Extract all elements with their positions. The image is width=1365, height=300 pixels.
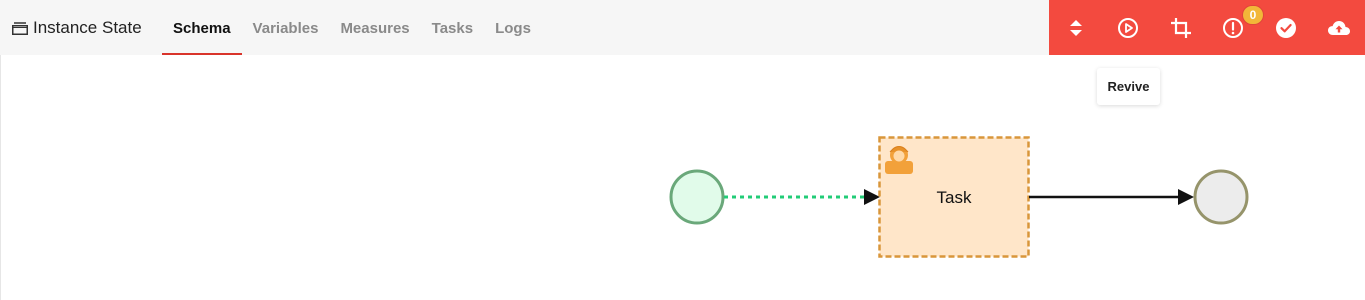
- check-circle-icon: [1276, 18, 1296, 38]
- start-event[interactable]: [669, 169, 725, 225]
- end-event[interactable]: [1193, 169, 1249, 225]
- play-circle-icon: [1118, 18, 1138, 38]
- outgoing-flow-arrowhead: [1178, 189, 1194, 205]
- complete-button[interactable]: [1267, 9, 1305, 47]
- tab-tasks[interactable]: Tasks: [421, 0, 484, 55]
- alert-circle-icon: [1223, 18, 1243, 38]
- alert-count-badge: 0: [1243, 6, 1263, 24]
- crop-icon: [1171, 18, 1191, 38]
- page-title: Instance State: [12, 0, 142, 55]
- cloud-upload-icon: [1328, 21, 1350, 35]
- tab-schema[interactable]: Schema: [162, 0, 242, 55]
- task-label: Task: [937, 188, 972, 207]
- tab-bar: Schema Variables Measures Tasks Logs: [162, 0, 542, 55]
- sort-button[interactable]: [1057, 9, 1095, 47]
- incoming-flow-arrowhead: [864, 189, 880, 205]
- tab-variables[interactable]: Variables: [242, 0, 330, 55]
- tab-logs[interactable]: Logs: [484, 0, 542, 55]
- tab-measures[interactable]: Measures: [329, 0, 420, 55]
- window-stack-icon: [12, 21, 28, 35]
- action-toolbar: [1049, 0, 1365, 55]
- crop-button[interactable]: [1162, 9, 1200, 47]
- upload-button[interactable]: [1320, 9, 1358, 47]
- page-title-text: Instance State: [33, 17, 142, 37]
- sort-icon: [1070, 20, 1082, 36]
- revive-button[interactable]: [1109, 9, 1147, 47]
- process-diagram: Task: [669, 136, 1249, 258]
